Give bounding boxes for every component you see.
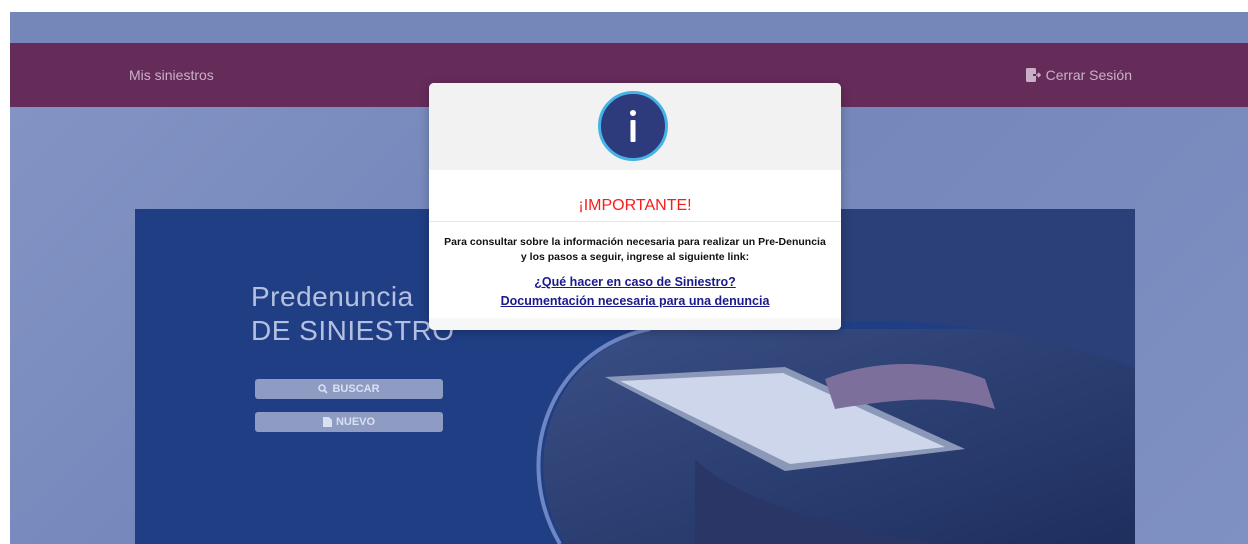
hero-title-line2: DE SINIESTRO [251,315,455,346]
search-icon [318,384,329,394]
modal-title: ¡IMPORTANTE! [578,197,692,214]
buscar-button[interactable]: BUSCAR [255,379,443,399]
buscar-label: BUSCAR [332,383,380,395]
hero-title-line1: Predenuncia [251,281,414,312]
logout-link[interactable]: Cerrar Sesión [1025,67,1132,83]
que-hacer-link[interactable]: ¿Qué hacer en caso de Siniestro? [429,275,841,289]
nuevo-button[interactable]: NUEVO [255,412,443,432]
logout-icon [1025,68,1041,82]
modal-header [429,83,841,170]
documentacion-link[interactable]: Documentación necesaria para una denunci… [429,294,841,308]
logout-label: Cerrar Sesión [1045,67,1132,83]
nuevo-label: NUEVO [335,416,376,428]
important-modal: ¡IMPORTANTE! Para consultar sobre la inf… [429,83,841,330]
info-icon [598,91,668,161]
info-glyph [630,110,636,142]
mis-siniestros-link[interactable]: Mis siniestros [129,67,214,83]
file-icon [322,417,332,427]
top-strip [10,12,1248,43]
divider [429,221,841,222]
modal-footer [429,318,841,330]
modal-body: Para consultar sobre la información nece… [444,236,826,263]
